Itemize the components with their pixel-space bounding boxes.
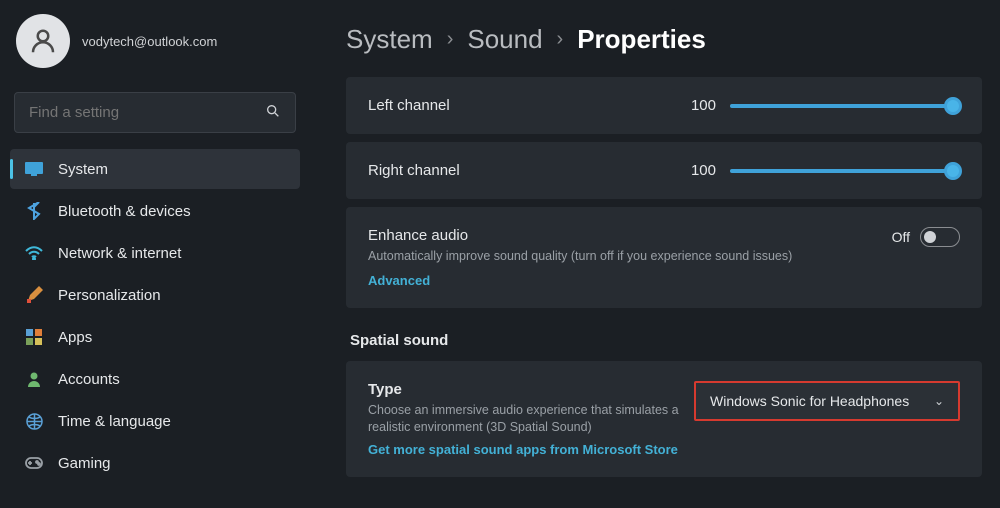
nav-label: Accounts [58, 371, 120, 388]
nav-item-network[interactable]: Network & internet [10, 233, 300, 273]
spatial-type-title: Type [368, 381, 694, 398]
nav-label: System [58, 161, 108, 178]
nav-item-system[interactable]: System [10, 149, 300, 189]
gamepad-icon [24, 453, 44, 473]
spatial-store-link[interactable]: Get more spatial sound apps from Microso… [368, 442, 678, 457]
advanced-link[interactable]: Advanced [368, 273, 430, 288]
account-email: vodytech@outlook.com [82, 34, 217, 49]
wifi-icon [24, 243, 44, 263]
avatar [16, 14, 70, 68]
enhance-toggle[interactable] [920, 227, 960, 247]
account-block[interactable]: vodytech@outlook.com [10, 14, 300, 68]
left-channel-row: Left channel 100 [346, 77, 982, 134]
nav-item-apps[interactable]: Apps [10, 317, 300, 357]
nav-label: Bluetooth & devices [58, 203, 191, 220]
nav-item-accounts[interactable]: Accounts [10, 359, 300, 399]
spatial-type-desc: Choose an immersive audio experience tha… [368, 402, 694, 437]
dropdown-selected: Windows Sonic for Headphones [710, 393, 909, 409]
nav-label: Apps [58, 329, 92, 346]
apps-icon [24, 327, 44, 347]
enhance-title: Enhance audio [368, 227, 792, 244]
nav-item-gaming[interactable]: Gaming [10, 443, 300, 483]
spatial-type-row: Type Choose an immersive audio experienc… [346, 361, 982, 477]
person-icon [24, 369, 44, 389]
left-channel-value: 100 [691, 97, 716, 114]
nav-label: Personalization [58, 287, 161, 304]
nav-item-personalization[interactable]: Personalization [10, 275, 300, 315]
main-content: System › Sound › Properties Left channel… [310, 0, 1000, 508]
search-box[interactable] [14, 92, 296, 133]
right-channel-slider[interactable] [730, 169, 960, 173]
nav: System Bluetooth & devices Network & int… [10, 149, 300, 483]
right-channel-row: Right channel 100 [346, 142, 982, 199]
display-icon [24, 159, 44, 179]
toggle-state-text: Off [892, 229, 910, 245]
slider-thumb[interactable] [944, 97, 962, 115]
nav-item-bluetooth[interactable]: Bluetooth & devices [10, 191, 300, 231]
breadcrumb: System › Sound › Properties [346, 24, 982, 55]
nav-label: Gaming [58, 455, 111, 472]
chevron-right-icon: › [557, 28, 564, 51]
nav-label: Time & language [58, 413, 171, 430]
right-channel-label: Right channel [368, 162, 460, 179]
clock-globe-icon [24, 411, 44, 431]
nav-item-time[interactable]: Time & language [10, 401, 300, 441]
spatial-type-dropdown[interactable]: Windows Sonic for Headphones ⌄ [694, 381, 960, 421]
brush-icon [24, 285, 44, 305]
breadcrumb-system[interactable]: System [346, 24, 433, 55]
bluetooth-icon [24, 201, 44, 221]
search-icon [265, 103, 281, 122]
left-channel-label: Left channel [368, 97, 450, 114]
slider-thumb[interactable] [944, 162, 962, 180]
chevron-right-icon: › [447, 28, 454, 51]
enhance-audio-row: Enhance audio Automatically improve soun… [346, 207, 982, 308]
toggle-knob [924, 231, 936, 243]
breadcrumb-properties: Properties [577, 24, 706, 55]
chevron-down-icon: ⌄ [934, 394, 944, 408]
enhance-desc: Automatically improve sound quality (tur… [368, 248, 792, 266]
spatial-section-title: Spatial sound [350, 332, 982, 349]
left-channel-slider[interactable] [730, 104, 960, 108]
search-input[interactable] [29, 104, 265, 121]
nav-label: Network & internet [58, 245, 181, 262]
right-channel-value: 100 [691, 162, 716, 179]
breadcrumb-sound[interactable]: Sound [467, 24, 542, 55]
sidebar: vodytech@outlook.com System Bluetooth & … [0, 0, 310, 508]
